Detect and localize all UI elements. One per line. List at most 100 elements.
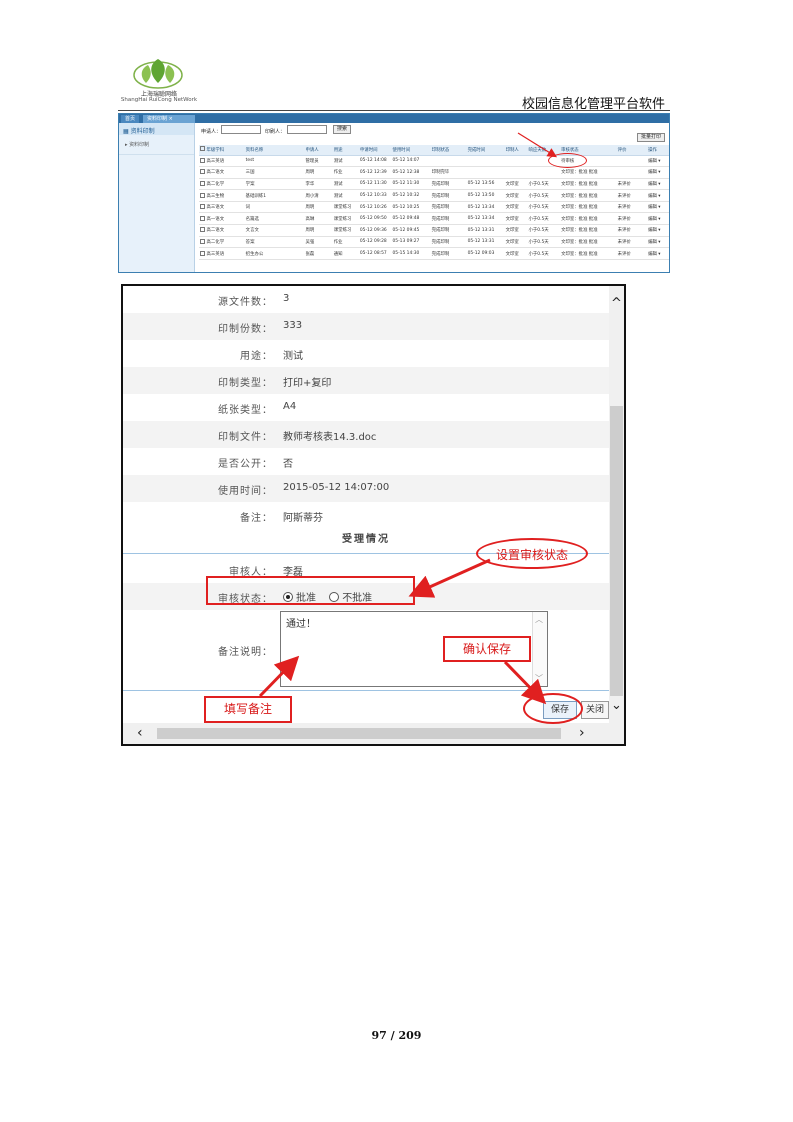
table-cell: 文印室 xyxy=(504,201,528,214)
table-cell[interactable]: 编辑 ▾ xyxy=(647,212,669,226)
batch-print-button[interactable]: 批量打印 xyxy=(636,133,665,142)
table-cell[interactable]: 编辑 ▾ xyxy=(647,166,669,179)
applicant-input[interactable] xyxy=(221,125,261,134)
table-cell: 05-12 10:33 xyxy=(358,189,392,202)
row-checkbox[interactable] xyxy=(200,192,205,198)
field-row-print-file: 印制文件： 教师考核表14.3.doc xyxy=(123,421,609,448)
table-cell: 05-12 14:07 xyxy=(391,155,431,168)
table-cell: 05-12 09:50 xyxy=(358,212,392,226)
column-header: 操作 xyxy=(647,145,669,156)
table-cell: 高二化学 xyxy=(205,178,245,191)
table-cell: 05-12 09:03 xyxy=(466,247,505,260)
table-cell: 周明 xyxy=(304,224,333,237)
row-checkbox[interactable] xyxy=(200,180,205,186)
table-cell: 高三英语 xyxy=(205,155,245,168)
column-header: 印制人 xyxy=(504,145,528,156)
tab-home[interactable]: 首页 xyxy=(121,115,140,123)
header-divider xyxy=(118,110,670,111)
table-cell xyxy=(616,155,648,168)
search-bar: 申请人： 印刷人： 搜索 批量打印 xyxy=(199,123,669,142)
table-cell: 答案 xyxy=(244,236,305,249)
table-row[interactable]: 高二语文 文言文 周明 课堂练习 05-12 09:36 05-12 09:45 完成印制 0… xyxy=(199,224,669,237)
table-cell: 未评价 xyxy=(616,201,648,214)
table-cell[interactable]: 编辑 ▾ xyxy=(647,155,669,168)
chevron-right-icon[interactable]: › xyxy=(579,725,585,741)
table-cell: 文印室：批准 批准 xyxy=(560,224,617,237)
request-table: 年级学科 资料名称 申请人 用途 申请时间 使用时间 印制状态 完成时间 印制人… xyxy=(199,145,669,260)
row-checkbox[interactable] xyxy=(200,238,205,244)
tab-material-print[interactable]: 资料印制 × xyxy=(143,115,195,123)
table-cell: 作业 xyxy=(332,236,359,249)
row-checkbox[interactable] xyxy=(200,227,205,233)
table-cell: 完成印制 xyxy=(430,212,467,226)
table-row[interactable]: 高二化学 学案 李华 测试 05-12 11:30 05-12 11:30 完成印制 05-1… xyxy=(199,178,669,191)
note-scrollbar[interactable]: ︿ ﹀ xyxy=(532,612,547,686)
table-cell xyxy=(504,166,528,179)
chevron-left-icon[interactable]: ‹ xyxy=(137,725,143,741)
chevron-down-icon[interactable]: ⌄ xyxy=(609,698,624,713)
table-cell: 05-12 09:36 xyxy=(358,224,392,237)
close-button[interactable]: 关闭 xyxy=(581,701,609,719)
table-cell: 05-13 09:27 xyxy=(391,236,431,249)
table-cell: 李华 xyxy=(304,178,333,191)
horizontal-scrollbar[interactable]: ‹ › xyxy=(123,723,624,744)
table-cell: 05-12 13:34 xyxy=(466,212,505,226)
table-cell: 文印室：批准 批准 xyxy=(560,201,617,214)
scroll-thumb[interactable] xyxy=(610,406,623,696)
table-cell: test xyxy=(244,155,305,168)
row-checkbox[interactable] xyxy=(200,169,205,175)
table-cell: 高三英语 xyxy=(205,247,245,260)
row-checkbox[interactable] xyxy=(200,157,205,163)
row-checkbox[interactable] xyxy=(200,215,205,221)
table-row[interactable]: 高三英语 test 管理员 测试 05-12 14:08 05-12 14:07 待审核 编辑… xyxy=(199,155,669,168)
table-cell[interactable]: 编辑 ▾ xyxy=(647,201,669,214)
vertical-scrollbar[interactable]: ^ ⌄ xyxy=(609,286,624,723)
applicant-label: 申请人： xyxy=(201,129,222,135)
table-cell: 文印室 xyxy=(504,247,528,260)
column-header: 印制状态 xyxy=(430,145,467,156)
table-cell[interactable]: 编辑 ▾ xyxy=(647,178,669,191)
chevron-up-icon[interactable]: ︿ xyxy=(535,614,543,625)
table-cell: 完成印制 xyxy=(430,201,467,214)
table-row[interactable]: 高三语文词周明 课堂练习 05-12 10:26 05-12 10:25 完成印制 05-… xyxy=(199,201,669,214)
row-checkbox[interactable] xyxy=(200,250,205,256)
table-row[interactable]: 高三生物 基础训练1 周小清 测试 05-12 10:33 05-12 10:32 完成印制… xyxy=(199,189,669,202)
page-number: 97 / 209 xyxy=(371,1029,422,1042)
table-cell[interactable]: 编辑 ▾ xyxy=(647,224,669,237)
table-row[interactable]: 高一语文 名篇选 高琳 课堂练习 05-12 09:50 05-12 09:48 完成印制 0… xyxy=(199,212,669,226)
table-cell: 课堂练习 xyxy=(332,224,359,237)
column-header: 使用时间 xyxy=(391,145,431,156)
table-row[interactable]: 高二化学 答案 吴强 作业 05-12 09:28 05-13 09:27 完成印制 05-1… xyxy=(199,236,669,249)
table-cell[interactable]: 编辑 ▾ xyxy=(647,189,669,202)
table-cell: 05-12 14:08 xyxy=(358,155,392,168)
table-row[interactable]: 高三英语 招生办公 张磊 通知 05-12 08:57 05-15 14:30 完成印制 05… xyxy=(199,247,669,260)
table-cell: 高二化学 xyxy=(205,236,245,249)
table-cell: 小于0.5天 xyxy=(527,236,561,249)
chevron-up-icon[interactable]: ^ xyxy=(609,296,624,311)
search-button[interactable]: 搜索 xyxy=(333,125,352,134)
table-cell: 文言文 xyxy=(244,224,305,237)
list-main: 申请人： 印刷人： 搜索 批量打印 年级学科 资料名称 申请人 用途 申请时间 xyxy=(199,123,669,272)
logo-text-en: ShangHai RuiCong NetWork xyxy=(120,97,198,103)
table-row[interactable]: 高二语文 三国 周明 作业 05-12 12:39 05-12 12:38 印制完毕 文印室：… xyxy=(199,166,669,179)
table-cell: 05-12 10:25 xyxy=(391,201,431,214)
scroll-thumb[interactable] xyxy=(157,728,561,739)
table-cell[interactable]: 编辑 ▾ xyxy=(647,247,669,260)
chevron-down-icon[interactable]: ﹀ xyxy=(535,673,543,684)
table-cell: 吴强 xyxy=(304,236,333,249)
column-header: 评价 xyxy=(616,145,648,156)
printer-input[interactable] xyxy=(287,125,327,134)
annotation-set-status: 设置审核状态 xyxy=(476,538,588,569)
table-cell: 课堂练习 xyxy=(332,201,359,214)
field-row-paper-type: 纸张类型： A4 xyxy=(218,401,297,416)
row-checkbox[interactable] xyxy=(200,204,205,210)
table-cell: 高二语文 xyxy=(205,224,245,237)
table-cell: 小于0.5天 xyxy=(527,212,561,226)
table-cell[interactable]: 编辑 ▾ xyxy=(647,236,669,249)
column-header: 用途 xyxy=(332,145,359,156)
table-cell: 印制完毕 xyxy=(430,166,467,179)
table-cell xyxy=(504,155,528,168)
table-cell: 未评价 xyxy=(616,212,648,226)
table-cell: 高三生物 xyxy=(205,189,245,202)
sidebar-item-material-print[interactable]: ▸ 资料印制 xyxy=(119,135,194,155)
